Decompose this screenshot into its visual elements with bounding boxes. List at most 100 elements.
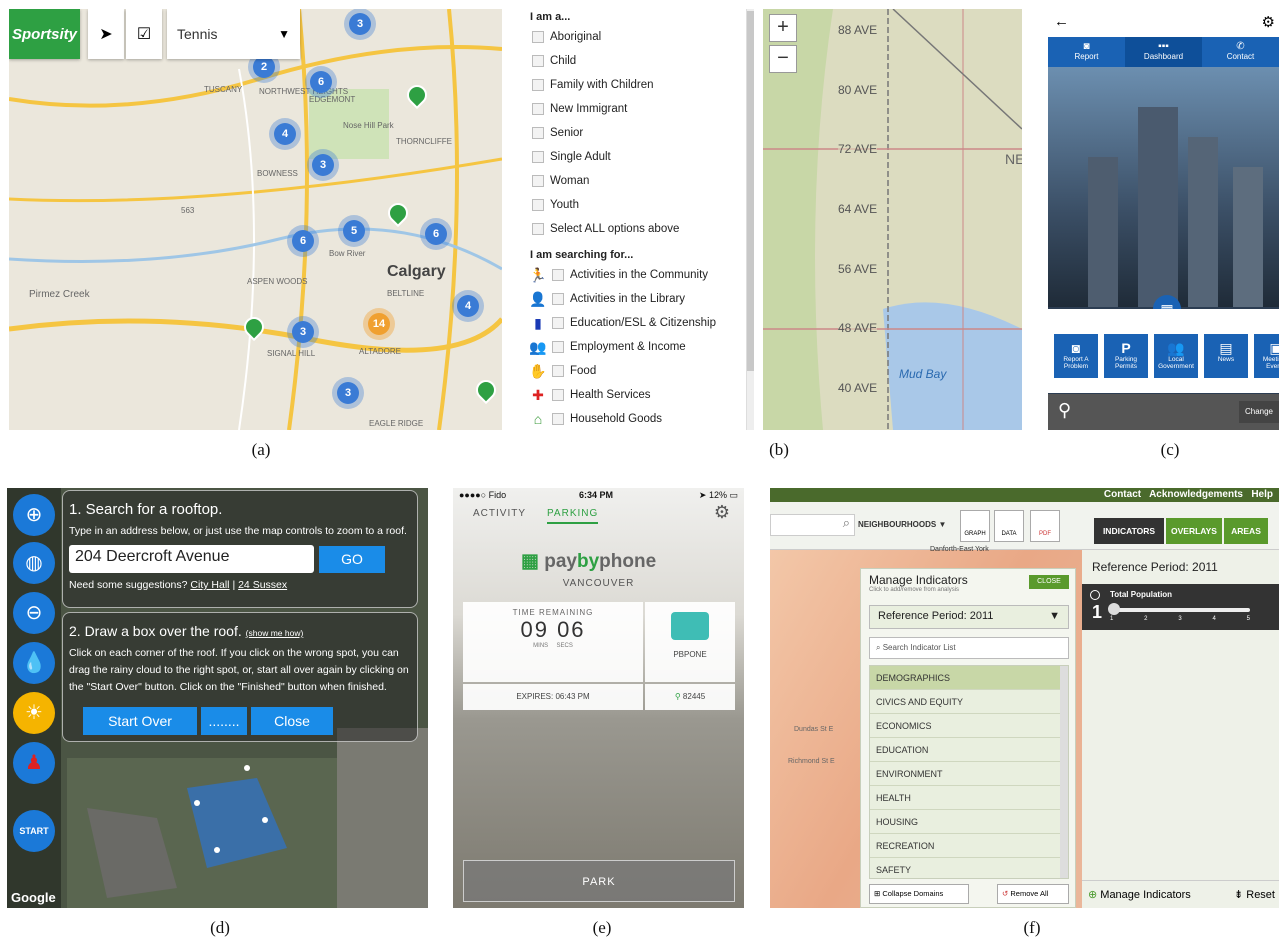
checkbox[interactable]: [552, 365, 564, 377]
checkbox[interactable]: [532, 31, 544, 43]
sportsity-logo[interactable]: Sportsity: [9, 9, 80, 59]
change-location-button[interactable]: Change: [1239, 401, 1279, 423]
nav-contact[interactable]: ✆ Contact: [1202, 37, 1279, 67]
domain-item[interactable]: ECONOMICS: [870, 714, 1068, 738]
marker-cluster[interactable]: 3: [312, 154, 334, 176]
marker-cluster[interactable]: 14: [368, 313, 390, 335]
radio-button[interactable]: [1090, 590, 1100, 600]
checkbox[interactable]: [532, 103, 544, 115]
settings-gear-icon[interactable]: ⚙: [714, 502, 730, 523]
checkbox[interactable]: [532, 151, 544, 163]
checkbox[interactable]: [532, 127, 544, 139]
zoom-out-icon[interactable]: ⊖: [13, 592, 55, 634]
checkbox[interactable]: [532, 223, 544, 235]
finished-button[interactable]: ........: [201, 707, 247, 735]
24-sussex-link[interactable]: 24 Sussex: [238, 579, 287, 591]
filter-option[interactable]: ✚ Health Services: [528, 383, 756, 407]
acknowledgements-link[interactable]: Acknowledgements: [1149, 489, 1243, 500]
collapse-domains-button[interactable]: ⊞ Collapse Domains: [869, 884, 969, 904]
zoom-in-button[interactable]: +: [769, 14, 797, 42]
domain-item[interactable]: CIVICS AND EQUITY: [870, 690, 1068, 714]
tile-news[interactable]: ▤ News: [1204, 334, 1248, 378]
domain-item[interactable]: SAFETY: [870, 858, 1068, 878]
pdf-button[interactable]: PDF: [1030, 510, 1060, 542]
neighbourhoods-dropdown[interactable]: NEIGHBOURHOODS ▼: [858, 520, 946, 529]
tab-activity[interactable]: ACTIVITY: [473, 508, 526, 519]
marker-cluster[interactable]: 4: [457, 295, 479, 317]
level-slider[interactable]: [1110, 608, 1250, 612]
filter-option[interactable]: Child: [528, 49, 756, 73]
tab-areas[interactable]: AREAS: [1224, 518, 1268, 544]
data-button[interactable]: DATA: [994, 510, 1024, 542]
tab-overlays[interactable]: OVERLAYS: [1166, 518, 1222, 544]
show-me-how-link[interactable]: (show me how): [246, 628, 304, 638]
checkbox[interactable]: [552, 269, 564, 281]
domain-item[interactable]: HOUSING: [870, 810, 1068, 834]
park-button[interactable]: PARK: [463, 860, 735, 902]
tile-report-problem[interactable]: ◙ Report A Problem: [1054, 334, 1098, 378]
filter-option[interactable]: New Immigrant: [528, 97, 756, 121]
city-hall-link[interactable]: City Hall: [190, 579, 229, 591]
water-drop-icon[interactable]: 💧: [13, 642, 55, 684]
checkbox[interactable]: [532, 79, 544, 91]
filter-option[interactable]: Senior: [528, 121, 756, 145]
scrollbar[interactable]: [746, 9, 754, 430]
start-over-button[interactable]: Start Over: [83, 707, 197, 735]
filter-option[interactable]: 👥 Employment & Income: [528, 335, 756, 359]
checkbox[interactable]: [552, 389, 564, 401]
start-button[interactable]: START: [13, 810, 55, 852]
checkbox[interactable]: [532, 199, 544, 211]
indicator-search-input[interactable]: ⌕ Search Indicator List: [869, 637, 1069, 659]
filter-option[interactable]: Family with Children: [528, 73, 756, 97]
checklist-button[interactable]: ☑: [126, 9, 162, 59]
slider-handle[interactable]: [1108, 603, 1120, 615]
nav-report[interactable]: ◙ Report: [1048, 37, 1125, 67]
tile-parking-permits[interactable]: P Parking Permits: [1104, 334, 1148, 378]
back-arrow-icon[interactable]: ←: [1054, 13, 1069, 30]
filter-option[interactable]: ▮ Education/ESL & Citizenship: [528, 311, 756, 335]
marker-cluster[interactable]: 4: [274, 123, 296, 145]
vehicle-card[interactable]: PBPONE: [645, 602, 735, 682]
filter-option[interactable]: Woman: [528, 169, 756, 193]
marker-cluster[interactable]: 3: [292, 321, 314, 343]
reset-button[interactable]: ⇟ Reset: [1234, 881, 1275, 908]
checkbox[interactable]: [552, 341, 564, 353]
close-dialog-button[interactable]: CLOSE: [1029, 575, 1069, 589]
close-button[interactable]: Close: [251, 707, 333, 735]
domain-item[interactable]: RECREATION: [870, 834, 1068, 858]
scrollbar[interactable]: [1060, 666, 1068, 878]
checkbox[interactable]: [532, 55, 544, 67]
filter-option[interactable]: Aboriginal: [528, 25, 756, 49]
marker-cluster[interactable]: 2: [253, 56, 275, 78]
zoom-in-icon[interactable]: ⊕: [13, 494, 55, 536]
domain-item[interactable]: DEMOGRAPHICS: [870, 666, 1068, 690]
person-icon[interactable]: ♟: [13, 742, 55, 784]
domain-item[interactable]: HEALTH: [870, 786, 1068, 810]
period-select[interactable]: Reference Period: 2011 ▼: [869, 605, 1069, 629]
search-box[interactable]: ⌕: [770, 514, 855, 536]
contact-link[interactable]: Contact: [1104, 489, 1141, 500]
filter-option[interactable]: ✋ Food: [528, 359, 756, 383]
marker-cluster[interactable]: 3: [349, 13, 371, 35]
checkbox[interactable]: [552, 293, 564, 305]
filter-option[interactable]: 👤 Activities in the Library: [528, 287, 756, 311]
graph-button[interactable]: GRAPH: [960, 510, 990, 542]
checkbox[interactable]: [552, 413, 564, 425]
filter-option[interactable]: 🏃 Activities in the Community: [528, 263, 756, 287]
checkbox[interactable]: [552, 317, 564, 329]
filter-option[interactable]: Youth: [528, 193, 756, 217]
marker-cluster[interactable]: 5: [343, 220, 365, 242]
tab-parking[interactable]: PARKING: [547, 508, 599, 524]
zoom-out-button[interactable]: −: [769, 45, 797, 73]
filter-option[interactable]: Select ALL options above: [528, 217, 756, 241]
marker-cluster[interactable]: 3: [337, 382, 359, 404]
indicator-card[interactable]: Total Population 1 1 2 3 4 5: [1082, 584, 1279, 630]
marker-cluster[interactable]: 6: [310, 71, 332, 93]
remove-all-button[interactable]: ↺ Remove All: [997, 884, 1069, 904]
marker-cluster[interactable]: 6: [425, 223, 447, 245]
tile-local-government[interactable]: 👥 Local Government: [1154, 334, 1198, 378]
avenue-map-panel[interactable]: 88 AVE 80 AVE 72 AVE 64 AVE 56 AVE 48 AV…: [763, 9, 1022, 430]
gear-icon[interactable]: ⚙: [1262, 13, 1275, 31]
domain-item[interactable]: ENVIRONMENT: [870, 762, 1068, 786]
marker-cluster[interactable]: 6: [292, 230, 314, 252]
